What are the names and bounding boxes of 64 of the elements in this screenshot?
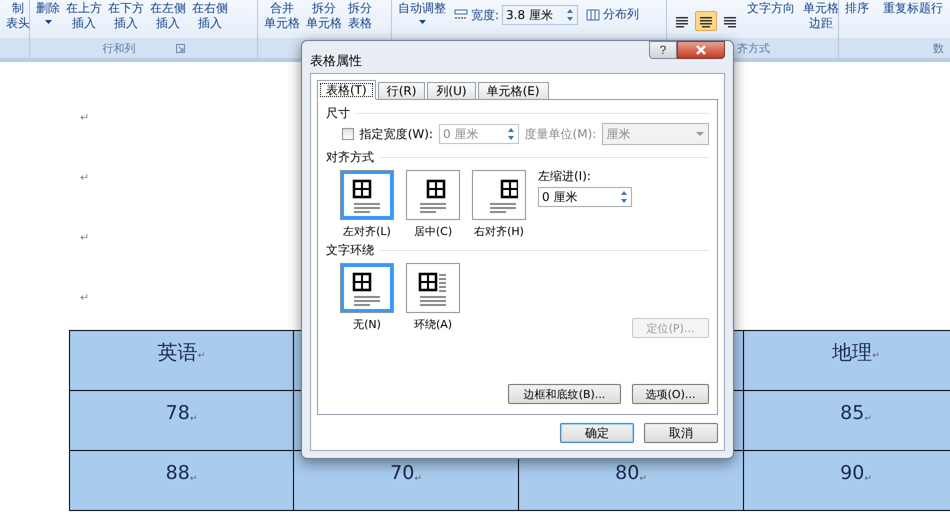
table-cell: 85↵	[744, 391, 950, 451]
borders-shading-button[interactable]: 边框和底纹(B)...	[508, 384, 621, 404]
ribbon-button[interactable]: 在右侧 插入	[190, 1, 230, 31]
section-title: 对齐方式	[326, 148, 374, 166]
paragraph-mark: ↵	[80, 290, 90, 306]
cancel-button[interactable]: 取消	[644, 423, 718, 443]
table-cell: 90↵	[744, 451, 950, 511]
alignment-option[interactable]	[340, 170, 394, 220]
ribbon-button[interactable]: 拆分 单元格	[304, 1, 344, 31]
paragraph-mark: ↵	[80, 230, 90, 246]
ribbon-button[interactable]: 在上方 插入	[64, 1, 104, 31]
dialog-title: 表格属性	[310, 53, 362, 70]
dialog-launcher-icon[interactable]	[176, 44, 184, 52]
alignment-option[interactable]	[406, 170, 460, 220]
indent-input[interactable]: 0 厘米	[538, 187, 632, 207]
tab[interactable]: 表格(T)	[317, 80, 376, 100]
tab[interactable]: 单元格(E)	[478, 82, 549, 100]
option-label: 左对齐(L)	[343, 224, 391, 239]
distribute-columns-button[interactable]: 分布列	[584, 7, 642, 22]
close-button[interactable]	[677, 41, 725, 59]
column-width-icon	[454, 9, 468, 21]
help-button[interactable]: ?	[649, 41, 677, 59]
width-label: 宽度:	[471, 6, 500, 24]
repeat-header-button[interactable]: 重复标题行	[881, 1, 945, 16]
table-cell: 英语↵	[70, 331, 294, 391]
option-label: 无(N)	[353, 317, 381, 332]
paragraph-mark: ↵	[80, 170, 90, 186]
section-title: 文字环绕	[326, 242, 374, 258]
align-button[interactable]	[695, 11, 717, 31]
wrap-option[interactable]	[340, 263, 394, 313]
options-button[interactable]: 选项(O)...	[632, 384, 709, 404]
tab[interactable]: 行(R)	[378, 82, 426, 100]
checkbox[interactable]	[342, 128, 354, 140]
text-direction-button[interactable]: 文字方向	[745, 1, 797, 16]
group-label: 齐方式	[737, 40, 770, 56]
spinner-arrows-icon[interactable]	[566, 8, 574, 22]
ribbon-button[interactable]: 在下方 插入	[106, 1, 146, 31]
columns-icon	[586, 8, 600, 20]
section-title: 尺寸	[326, 104, 350, 122]
paragraph-mark: ↵	[80, 110, 90, 126]
group-label: 行和列	[102, 40, 136, 56]
ribbon-button[interactable]: 合并 单元格	[262, 1, 302, 31]
ok-button[interactable]: 确定	[560, 423, 634, 443]
checkbox-label: 指定宽度(W):	[360, 126, 433, 142]
group-label: 数	[933, 40, 944, 56]
option-label: 环绕(A)	[414, 317, 452, 332]
alignment-option[interactable]	[472, 170, 526, 220]
indent-label: 左缩进(I):	[538, 168, 592, 185]
table-cell: 78↵	[70, 391, 294, 451]
width-input[interactable]: 3.8 厘米	[502, 5, 578, 25]
ribbon-button[interactable]: 拆分 表格	[346, 1, 374, 31]
ribbon-button[interactable]: 在左侧 插入	[148, 1, 188, 31]
sort-button[interactable]: 排序	[843, 1, 871, 16]
table-cell: 地理↵	[744, 331, 950, 391]
option-label: 居中(C)	[414, 224, 452, 239]
option-label: 右对齐(H)	[474, 224, 524, 239]
tab[interactable]: 列(U)	[427, 82, 476, 100]
caret-icon	[418, 20, 426, 24]
unit-label: 度量单位(M):	[524, 126, 596, 142]
table-cell: 88↵	[70, 451, 294, 511]
ribbon-button[interactable]: 删除	[34, 1, 62, 24]
autofit-button[interactable]: 自动调整	[396, 1, 448, 24]
close-icon	[695, 45, 707, 55]
wrap-option[interactable]	[406, 263, 460, 313]
